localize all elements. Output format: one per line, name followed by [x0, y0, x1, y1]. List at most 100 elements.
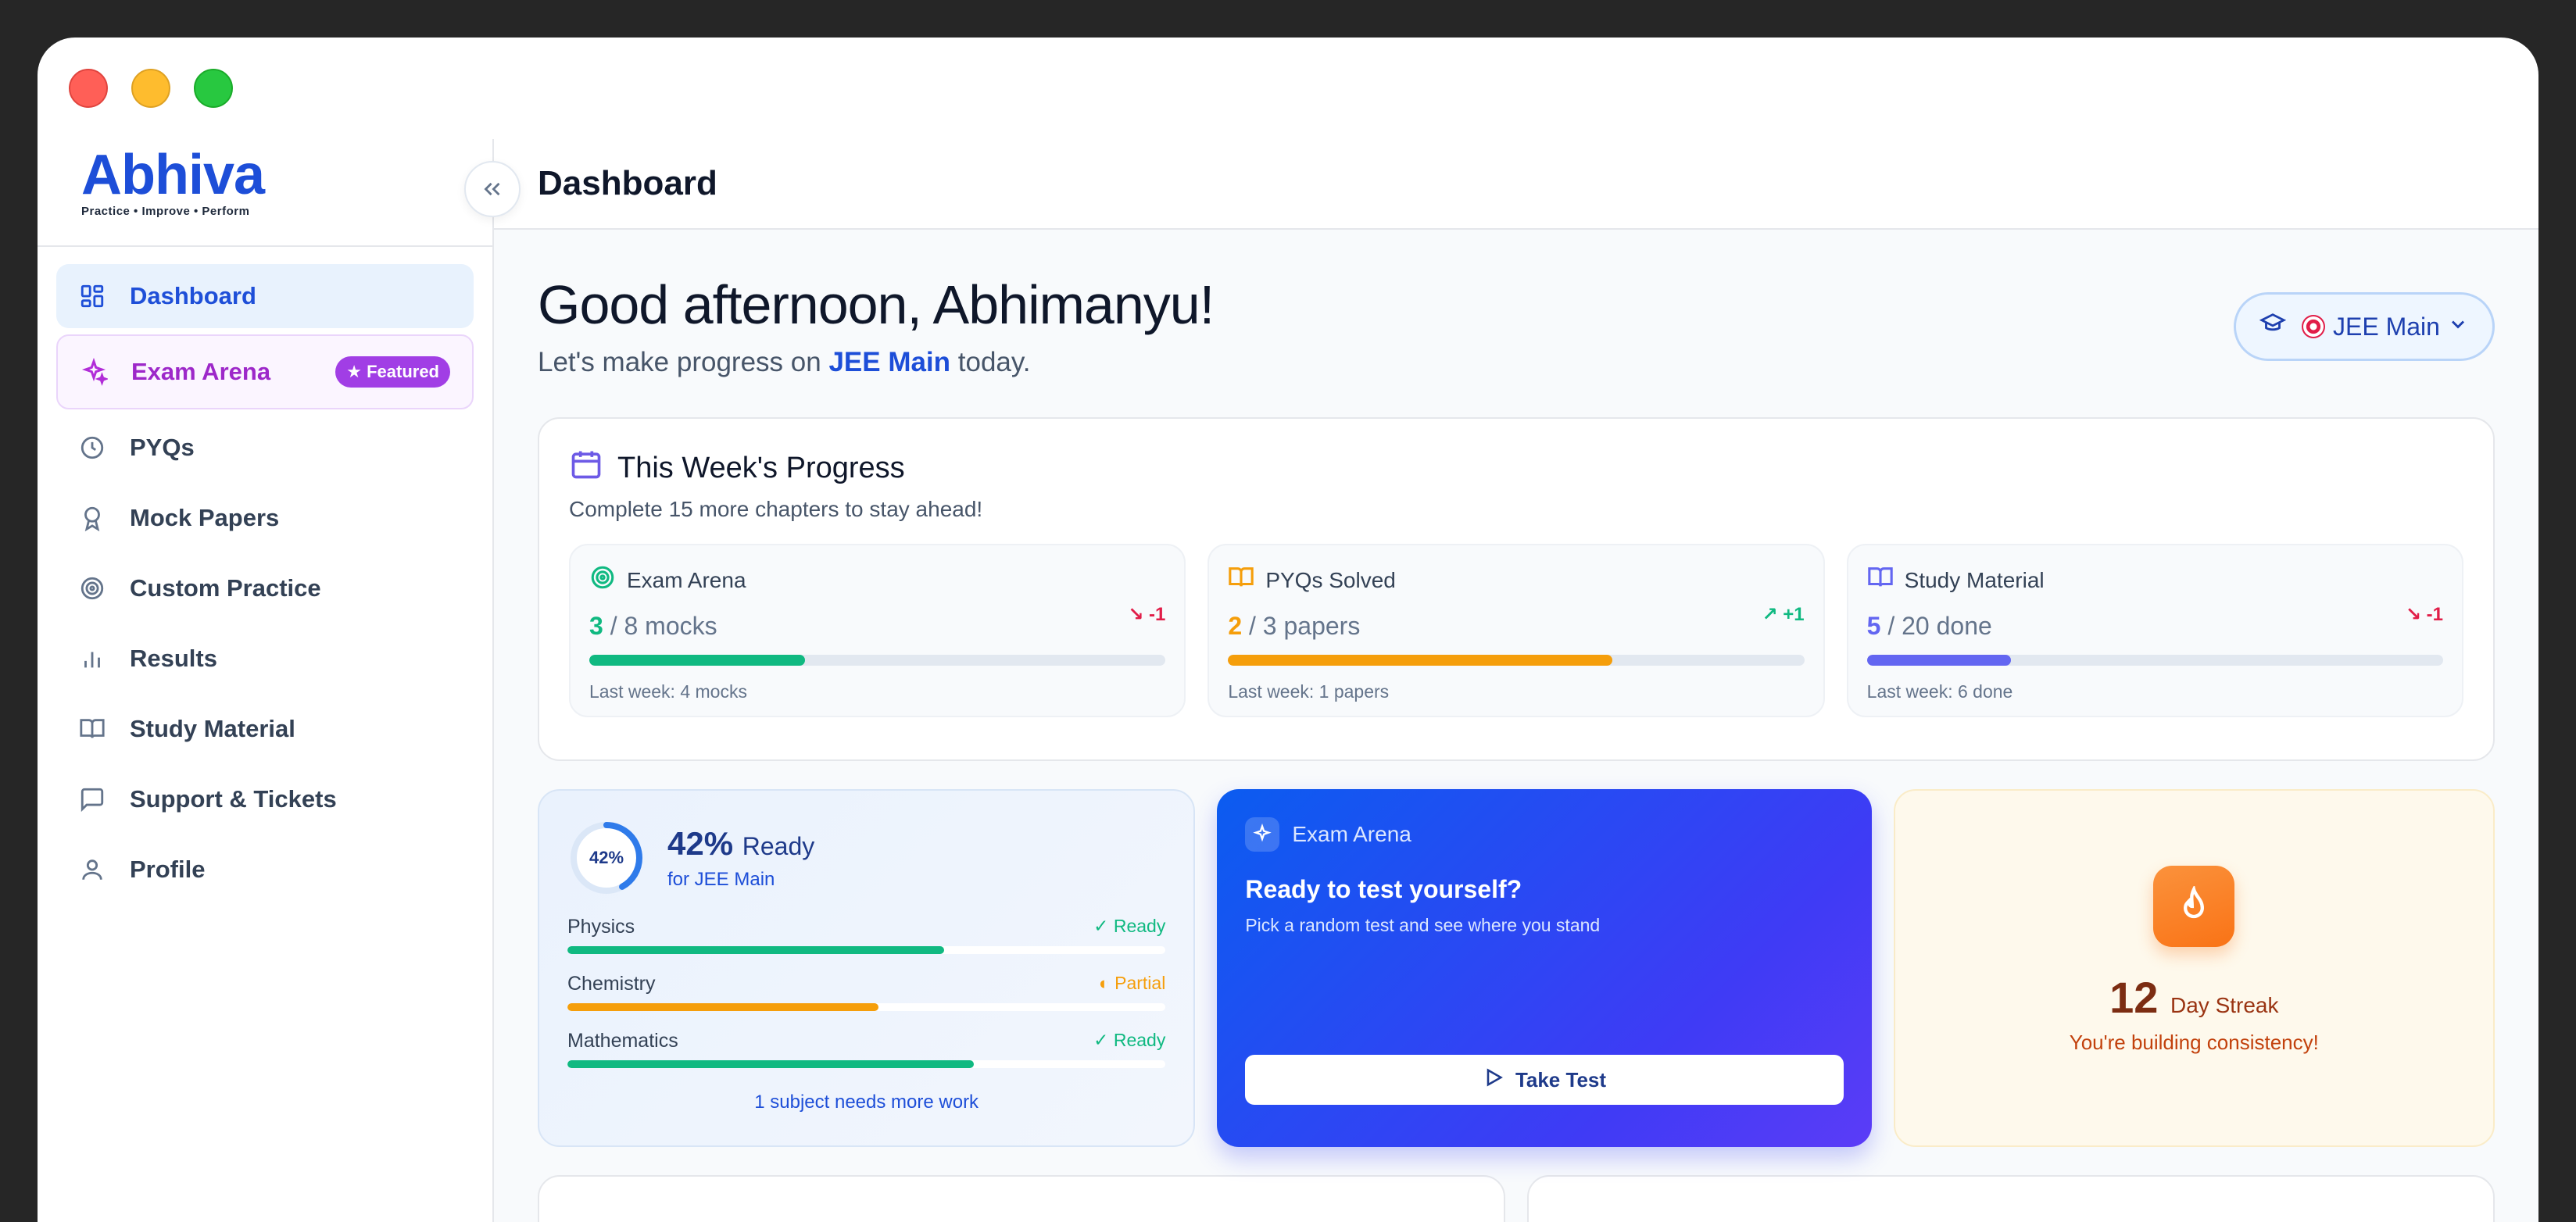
brand-tagline: Practice • Improve • Perform — [81, 205, 250, 218]
brand: Abhiva Practice • Improve • Perform — [38, 139, 521, 247]
book-icon — [78, 715, 106, 743]
trend-value: -1 — [1148, 604, 1166, 625]
subject-status: ◐ Partial — [1098, 973, 1166, 993]
main-content: Good afternoon, Abhimanyu! Let's make pr… — [494, 230, 2538, 1222]
sidebar-item-label: Results — [130, 645, 217, 672]
trend-down-badge: ↘ -1 — [2405, 604, 2443, 625]
sidebar-item-label: Exam Arena — [131, 358, 271, 385]
page-title: Dashboard — [538, 164, 717, 202]
featured-badge: ★ Featured — [335, 356, 450, 388]
streak-label: Day Streak — [2170, 993, 2279, 1017]
stat-total: / 8 mocks — [610, 612, 717, 640]
brand-logo[interactable]: Abhiva — [81, 147, 492, 203]
sidebar-item-label: Dashboard — [130, 282, 256, 309]
sidebar-item-results[interactable]: Results — [56, 627, 474, 691]
sidebar-item-label: Profile — [130, 856, 206, 883]
readiness-note-link[interactable]: 1 subject needs more work — [567, 1092, 1165, 1113]
weekly-progress-card: This Week's Progress Complete 15 more ch… — [538, 417, 2495, 761]
trend-value: +1 — [1783, 604, 1805, 625]
progress-bar — [1228, 655, 1805, 666]
subject-bar-fill — [567, 946, 945, 954]
subject-bar-fill — [567, 1060, 975, 1068]
collapse-sidebar-button[interactable] — [464, 161, 521, 217]
subject-bar — [567, 1060, 1166, 1068]
bar-chart-icon — [78, 645, 106, 673]
target-icon — [78, 574, 106, 602]
readiness-ring-label: 42% — [589, 848, 624, 867]
sidebar-item-exam-arena[interactable]: Exam Arena ★ Featured — [56, 334, 474, 409]
stat-done: 3 — [589, 612, 603, 640]
progress-bar — [589, 655, 1166, 666]
greeting-subtitle: Let's make progress on JEE Main today. — [538, 347, 1031, 378]
stat-last-week: Last week: 6 done — [1866, 681, 2013, 702]
stat-done: 5 — [1866, 612, 1881, 640]
clock-icon — [78, 434, 106, 462]
subject-name: Chemistry — [567, 973, 656, 995]
calendar-icon — [569, 447, 603, 489]
progress-fill — [589, 655, 806, 666]
subject-row-physics: Physics ✓ Ready — [567, 916, 1166, 954]
progress-fill — [1228, 655, 1613, 666]
readiness-word: Ready — [742, 832, 815, 860]
greeting-exam: JEE Main — [828, 347, 951, 377]
book-open-icon — [1228, 564, 1254, 596]
sidebar-nav: Dashboard Exam Arena ★ Featured PYQs Moc… — [38, 247, 492, 925]
stat-card-exam-arena[interactable]: Exam Arena 3 / 8 mocks ↘ -1 Last week: 4… — [569, 544, 1186, 717]
take-test-button[interactable]: Take Test — [1245, 1055, 1844, 1105]
greeting-title: Good afternoon, Abhimanyu! — [538, 274, 1215, 335]
trend-up-badge: ↗ +1 — [1762, 604, 1805, 625]
dart-target-icon — [2302, 315, 2325, 338]
app-window: Abhiva Practice • Improve • Perform Dash… — [38, 38, 2538, 1222]
streak-card: 12 Day Streak You're building consistenc… — [1893, 789, 2495, 1147]
sidebar-item-label: Support & Tickets — [130, 785, 337, 813]
subject-name: Mathematics — [567, 1030, 678, 1052]
arena-label: Exam Arena — [1292, 822, 1411, 846]
sidebar-item-pyqs[interactable]: PYQs — [56, 416, 474, 480]
highlight-row: 42% 42% Ready for JEE Main Physics ✓ Read… — [538, 789, 2495, 1147]
chevrons-left-icon — [484, 182, 500, 196]
stat-card-study-material[interactable]: Study Material 5 / 20 done ↘ -1 Last wee… — [1846, 544, 2463, 717]
subject-row-mathematics: Mathematics ✓ Ready — [567, 1030, 1166, 1068]
sidebar-item-dashboard[interactable]: Dashboard — [56, 264, 474, 328]
trend-value: -1 — [2426, 604, 2443, 625]
flame-icon — [2153, 866, 2235, 947]
stat-label: Exam Arena — [627, 567, 746, 592]
main-area: Dashboard Good afternoon, Abhimanyu! Let… — [494, 139, 2538, 1222]
weekly-progress-title: This Week's Progress — [617, 451, 905, 484]
greeting-sub-prefix: Let's make progress on — [538, 347, 821, 377]
sidebar-item-profile[interactable]: Profile — [56, 838, 474, 902]
stat-label: Study Material — [1904, 567, 2045, 592]
lower-row — [538, 1175, 2495, 1222]
weekly-progress-subtitle: Complete 15 more chapters to stay ahead! — [569, 497, 983, 521]
stat-last-week: Last week: 4 mocks — [589, 681, 747, 702]
stat-done: 2 — [1228, 612, 1243, 640]
maximize-window-button[interactable] — [194, 69, 233, 108]
subject-status: ✓ Ready — [1093, 916, 1166, 936]
streak-message: You're building consistency! — [2069, 1031, 2319, 1054]
trend-down-badge: ↘ -1 — [1128, 604, 1166, 625]
stat-card-pyqs[interactable]: PYQs Solved 2 / 3 papers ↗ +1 Last week:… — [1208, 544, 1825, 717]
sidebar-item-custom-practice[interactable]: Custom Practice — [56, 556, 474, 620]
sidebar-item-support[interactable]: Support & Tickets — [56, 767, 474, 831]
arena-title: Ready to test yourself? — [1245, 875, 1522, 903]
message-icon — [78, 785, 106, 813]
progress-bar — [1866, 655, 2443, 666]
streak-count: 12 — [2109, 973, 2159, 1022]
stat-label: PYQs Solved — [1265, 567, 1396, 592]
award-icon — [78, 504, 106, 532]
subject-bar-fill — [567, 1003, 878, 1011]
minimize-window-button[interactable] — [131, 69, 170, 108]
sidebar-item-mock-papers[interactable]: Mock Papers — [56, 486, 474, 550]
exam-arena-card: Exam Arena Ready to test yourself? Pick … — [1217, 789, 1872, 1147]
readiness-card: 42% 42% Ready for JEE Main Physics ✓ Read… — [538, 789, 1196, 1147]
subject-name: Physics — [567, 916, 635, 938]
close-window-button[interactable] — [69, 69, 108, 108]
sidebar: Abhiva Practice • Improve • Perform Dash… — [38, 139, 521, 1222]
exam-selector[interactable]: JEE Main — [2234, 292, 2495, 361]
sidebar-item-study-material[interactable]: Study Material — [56, 697, 474, 761]
target-icon — [589, 564, 616, 596]
subject-bar — [567, 1003, 1166, 1011]
sparkle-icon — [1245, 817, 1280, 852]
stat-last-week: Last week: 1 papers — [1228, 681, 1390, 702]
readiness-percent: 42% — [667, 825, 734, 862]
